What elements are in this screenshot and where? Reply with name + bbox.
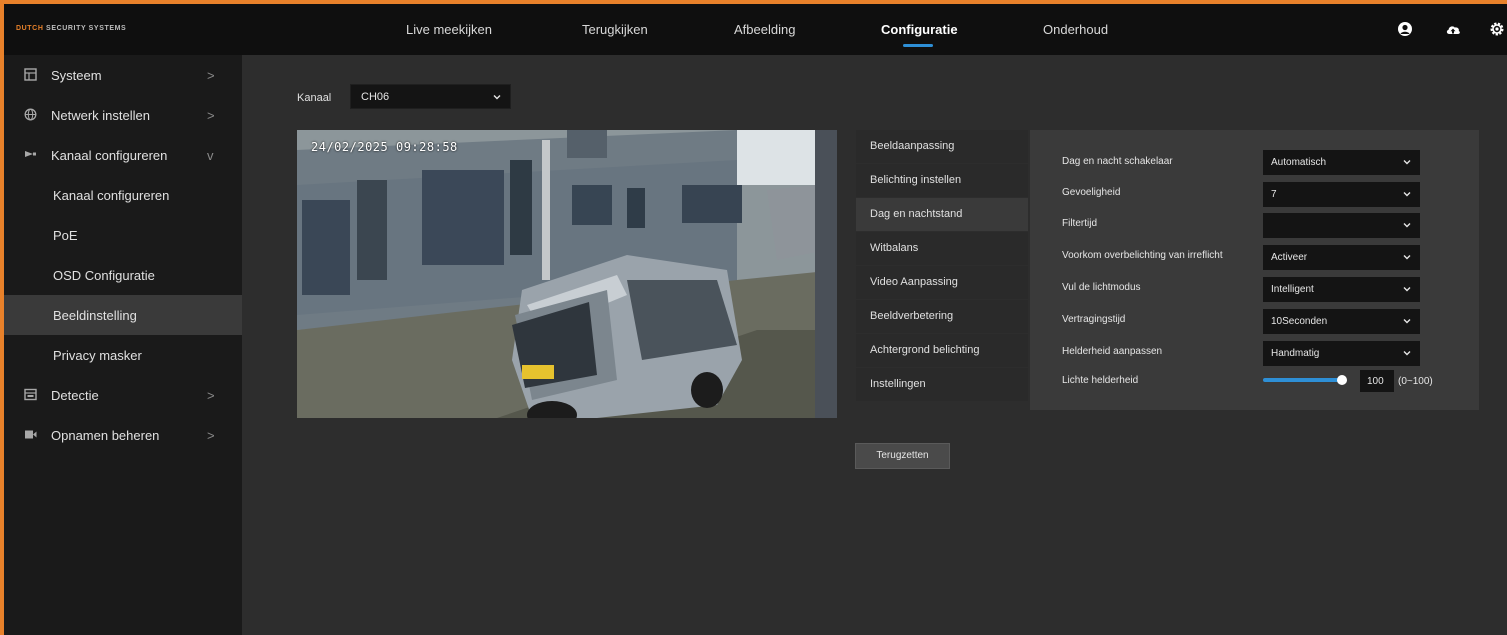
app-frame: DUTCH SECURITY SYSTEMS Live meekijken Te…: [4, 4, 1507, 635]
chevron-right-icon: >: [207, 67, 215, 83]
sensitivity-select[interactable]: 7: [1263, 182, 1420, 207]
chevron-right-icon: >: [207, 387, 215, 403]
sidebar-item-netwerk[interactable]: Netwerk instellen >: [4, 95, 242, 135]
sidebar-subitem-label: Beeldinstelling: [53, 307, 137, 323]
sidebar-item-label: Detectie: [51, 387, 99, 403]
sidebar-subitem-kanaal-configureren[interactable]: Kanaal configureren: [4, 175, 242, 215]
chevron-down-icon: [1403, 223, 1411, 228]
select-value: Handmatig: [1271, 348, 1320, 359]
brightness-value: 100: [1367, 376, 1384, 387]
top-bar: DUTCH SECURITY SYSTEMS Live meekijken Te…: [4, 4, 1507, 55]
logo: DUTCH SECURITY SYSTEMS: [16, 25, 126, 32]
nav-live-view[interactable]: Live meekijken: [406, 22, 492, 37]
record-icon: [25, 430, 37, 439]
cloud-upload-icon[interactable]: [1445, 21, 1461, 37]
chevron-down-icon: v: [207, 147, 214, 163]
setting-label: Dag en nacht schakelaar: [1062, 156, 1173, 167]
setting-label: Filtertijd: [1062, 218, 1098, 229]
camera-preview[interactable]: 24/02/2025 09:28:58: [297, 130, 837, 418]
sidebar: Systeem > Netwerk instellen > Kanaal con…: [4, 55, 242, 635]
gear-icon[interactable]: [1489, 21, 1505, 37]
tab-witbalans[interactable]: Witbalans: [856, 232, 1028, 265]
detection-icon: [24, 388, 37, 401]
chevron-down-icon: [1403, 287, 1411, 292]
chevron-down-icon: [1403, 160, 1411, 165]
sidebar-subitem-osd[interactable]: OSD Configuratie: [4, 255, 242, 295]
tab-video-aanpassing[interactable]: Video Aanpassing: [856, 266, 1028, 299]
delay-time-select[interactable]: 10Seconden: [1263, 309, 1420, 334]
brightness-adjust-select[interactable]: Handmatig: [1263, 341, 1420, 366]
tab-beeldverbetering[interactable]: Beeldverbetering: [856, 300, 1028, 333]
active-nav-indicator: [903, 44, 933, 47]
brightness-value-input[interactable]: 100: [1360, 370, 1394, 392]
sidebar-item-label: Opnamen beheren: [51, 427, 160, 443]
chevron-right-icon: >: [207, 107, 215, 123]
camera-scene: [297, 130, 837, 418]
channel-label: Kanaal: [297, 92, 332, 104]
sidebar-item-systeem[interactable]: Systeem >: [4, 55, 242, 95]
tab-beeldaanpassing[interactable]: Beeldaanpassing: [856, 130, 1028, 163]
sidebar-subitem-privacy-masker[interactable]: Privacy masker: [4, 335, 242, 375]
sidebar-item-label: Netwerk instellen: [51, 107, 150, 123]
tab-instellingen[interactable]: Instellingen: [856, 368, 1028, 401]
setting-label: Vertragingstijd: [1062, 314, 1126, 325]
reset-button[interactable]: Terugzetten: [855, 443, 950, 469]
select-value: Automatisch: [1271, 157, 1327, 168]
system-icon: [24, 68, 37, 81]
nav-configuration[interactable]: Configuratie: [881, 22, 958, 37]
fill-light-mode-select[interactable]: Intelligent: [1263, 277, 1420, 302]
day-night-switch-select[interactable]: Automatisch: [1263, 150, 1420, 175]
setting-label: Voorkom overbelichting van irreflicht: [1062, 250, 1223, 261]
select-value: 7: [1271, 189, 1277, 200]
brightness-slider-track[interactable]: [1263, 378, 1342, 382]
chevron-down-icon: [493, 95, 501, 100]
sidebar-subitem-beeldinstelling[interactable]: Beeldinstelling: [4, 295, 242, 335]
select-value: Intelligent: [1271, 284, 1314, 295]
sidebar-item-kanaal-configureren[interactable]: Kanaal configureren v: [4, 135, 242, 175]
setting-label: Lichte helderheid: [1062, 375, 1139, 386]
logo-text: SECURITY SYSTEMS: [46, 25, 127, 32]
setting-label: Helderheid aanpassen: [1062, 346, 1163, 357]
sidebar-subitem-label: PoE: [53, 227, 78, 243]
logo-brand: DUTCH: [16, 25, 44, 32]
sidebar-item-label: Systeem: [51, 67, 102, 83]
tab-belichting[interactable]: Belichting instellen: [856, 164, 1028, 197]
sidebar-subitem-label: Privacy masker: [53, 347, 142, 363]
chevron-down-icon: [1403, 351, 1411, 356]
nav-image[interactable]: Afbeelding: [734, 22, 795, 37]
brightness-slider-handle[interactable]: [1337, 375, 1347, 385]
setting-label: Gevoeligheid: [1062, 187, 1121, 198]
tab-dag-en-nachtstand[interactable]: Dag en nachtstand: [856, 198, 1028, 231]
select-value: Activeer: [1271, 252, 1308, 263]
user-icon[interactable]: [1397, 21, 1413, 37]
sidebar-subitem-label: OSD Configuratie: [53, 267, 155, 283]
day-night-settings-panel: Dag en nacht schakelaar Automatisch Gevo…: [1030, 130, 1479, 410]
tab-achtergrond-belichting[interactable]: Achtergrond belichting: [856, 334, 1028, 367]
camera-icon: [25, 151, 36, 157]
sidebar-item-label: Kanaal configureren: [51, 147, 168, 163]
setting-label: Vul de lichtmodus: [1062, 282, 1141, 293]
filter-time-select[interactable]: [1263, 213, 1420, 238]
brightness-range: (0~100): [1398, 376, 1433, 387]
channel-value: CH06: [361, 91, 390, 103]
preview-timestamp: 24/02/2025 09:28:58: [311, 140, 458, 154]
chevron-down-icon: [1403, 192, 1411, 197]
sidebar-subitem-poe[interactable]: PoE: [4, 215, 242, 255]
chevron-down-icon: [1403, 319, 1411, 324]
sidebar-subitem-label: Kanaal configureren: [53, 187, 170, 203]
nav-maintenance[interactable]: Onderhoud: [1043, 22, 1108, 37]
network-icon: [24, 108, 37, 121]
sidebar-item-detectie[interactable]: Detectie >: [4, 375, 242, 415]
prevent-overexposure-select[interactable]: Activeer: [1263, 245, 1420, 270]
chevron-down-icon: [1403, 255, 1411, 260]
chevron-right-icon: >: [207, 427, 215, 443]
select-value: 10Seconden: [1271, 316, 1328, 327]
channel-select[interactable]: CH06: [350, 84, 511, 109]
nav-playback[interactable]: Terugkijken: [582, 22, 648, 37]
sidebar-item-opnamen-beheren[interactable]: Opnamen beheren >: [4, 415, 242, 455]
